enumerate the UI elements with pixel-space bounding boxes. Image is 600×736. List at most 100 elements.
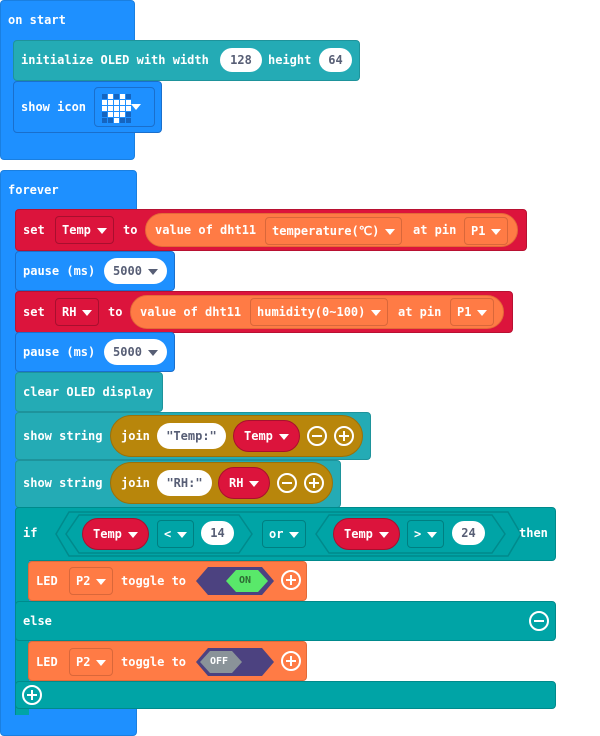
- icon-led-cell: [126, 118, 131, 123]
- chevron-down-icon: [147, 268, 158, 275]
- variable-name: Temp: [244, 429, 273, 443]
- icon-led-cell: [114, 118, 119, 123]
- measure-dropdown[interactable]: humidity(0~100): [250, 298, 389, 326]
- icon-led-cell: [114, 106, 119, 111]
- on-off-toggle[interactable]: [196, 567, 274, 595]
- icon-led-cell: [102, 100, 107, 105]
- icon-led-cell: [120, 106, 125, 111]
- if-label: if: [23, 526, 38, 540]
- text-input[interactable]: "Temp:": [157, 423, 226, 449]
- oled-height-label: height: [268, 53, 312, 67]
- pin-dropdown[interactable]: P1: [450, 298, 495, 326]
- on-off-toggle[interactable]: [196, 648, 274, 676]
- icon-led-cell: [102, 94, 107, 99]
- operator-dropdown[interactable]: <: [157, 520, 195, 548]
- remove-input-icon[interactable]: [307, 426, 327, 446]
- temp-variable-reporter[interactable]: Temp: [233, 420, 300, 452]
- remove-input-icon[interactable]: [277, 473, 297, 493]
- pin-value: P1: [471, 224, 486, 238]
- icon-led-cell: [120, 94, 125, 99]
- led-label: LED: [36, 655, 58, 669]
- pause-duration-dropdown[interactable]: 5000: [104, 258, 167, 284]
- oled-height-input[interactable]: 64: [319, 48, 352, 72]
- pin-value: P2: [76, 655, 91, 669]
- set-label: set: [23, 305, 45, 319]
- icon-led-cell: [114, 94, 119, 99]
- chevron-down-icon: [427, 531, 438, 538]
- icon-led-cell: [102, 118, 107, 123]
- compare-value-input[interactable]: 24: [452, 521, 485, 545]
- init-oled-label: initialize OLED with width: [21, 53, 209, 67]
- chevron-down-icon: [96, 578, 107, 585]
- compare-value-input[interactable]: 14: [201, 521, 234, 545]
- if-block-footer: [15, 681, 556, 709]
- add-else-if-icon[interactable]: [22, 685, 42, 705]
- temp-variable-reporter[interactable]: Temp: [82, 518, 149, 550]
- led-label: LED: [36, 574, 58, 588]
- variable-name: RH: [62, 305, 77, 319]
- show-icon-label: show icon: [21, 100, 87, 114]
- pin-value: P1: [457, 305, 472, 319]
- oled-width-input[interactable]: 128: [220, 48, 262, 72]
- variable-name: RH: [229, 476, 244, 490]
- operator-dropdown[interactable]: >: [407, 520, 445, 548]
- at-pin-label: at pin: [413, 223, 457, 237]
- operator-value: >: [414, 527, 422, 541]
- operator-value: <: [164, 527, 172, 541]
- led-pin-dropdown[interactable]: P2: [69, 567, 114, 595]
- icon-led-cell: [120, 100, 125, 105]
- icon-led-cell: [126, 94, 131, 99]
- toggle-label: toggle to: [121, 655, 187, 669]
- icon-led-cell: [102, 112, 107, 117]
- measure-value: temperature(℃): [272, 224, 380, 238]
- show-string-label: show string: [23, 429, 103, 443]
- chevron-down-icon: [127, 531, 138, 538]
- chevron-down-icon: [96, 659, 107, 666]
- toggle-state-on: ON: [239, 575, 252, 586]
- remove-else-icon[interactable]: [529, 611, 549, 631]
- chevron-down-icon: [147, 349, 158, 356]
- then-label: then: [519, 526, 548, 540]
- add-input-icon[interactable]: [304, 473, 324, 493]
- led-pin-dropdown[interactable]: P2: [69, 648, 114, 676]
- show-string-label: show string: [23, 476, 103, 490]
- pause-label: pause (ms): [23, 264, 96, 278]
- rh-variable-dropdown[interactable]: RH: [55, 298, 100, 326]
- to-label: to: [123, 223, 138, 237]
- pause-label: pause (ms): [23, 345, 96, 359]
- join-label: join: [121, 476, 150, 490]
- pause-duration-dropdown[interactable]: 5000: [104, 339, 167, 365]
- measure-dropdown[interactable]: temperature(℃): [265, 217, 403, 245]
- text-input[interactable]: "RH:": [157, 470, 212, 496]
- chevron-down-icon: [249, 480, 260, 487]
- join-label: join: [121, 429, 150, 443]
- pin-dropdown[interactable]: P1: [464, 217, 509, 245]
- add-input-icon[interactable]: [281, 651, 301, 671]
- add-input-icon[interactable]: [281, 570, 301, 590]
- chevron-down-icon: [177, 531, 188, 538]
- chevron-down-icon: [371, 309, 382, 316]
- icon-picker-dropdown[interactable]: [94, 87, 155, 127]
- temp-variable-reporter[interactable]: Temp: [333, 518, 400, 550]
- variable-name: Temp: [62, 223, 91, 237]
- pause-value: 5000: [113, 345, 142, 359]
- chevron-down-icon: [96, 227, 107, 234]
- measure-value: humidity(0~100): [257, 305, 366, 319]
- logic-operator-dropdown[interactable]: or: [262, 520, 307, 548]
- temp-variable-dropdown[interactable]: Temp: [55, 216, 114, 244]
- icon-led-cell: [108, 112, 113, 117]
- else-label: else: [23, 614, 52, 628]
- reporter-label: value of dht11: [155, 223, 257, 237]
- icon-led-cell: [120, 112, 125, 117]
- add-input-icon[interactable]: [334, 426, 354, 446]
- chevron-down-icon: [278, 433, 289, 440]
- set-label: set: [23, 223, 45, 237]
- variable-name: Temp: [344, 527, 373, 541]
- pause-value: 5000: [113, 264, 142, 278]
- forever-label: forever: [8, 183, 59, 197]
- on-start-label: on start: [8, 13, 66, 27]
- rh-variable-reporter[interactable]: RH: [218, 467, 271, 499]
- toggle-state-off: OFF: [210, 656, 229, 667]
- icon-led-cell: [108, 100, 113, 105]
- chevron-down-icon: [491, 228, 502, 235]
